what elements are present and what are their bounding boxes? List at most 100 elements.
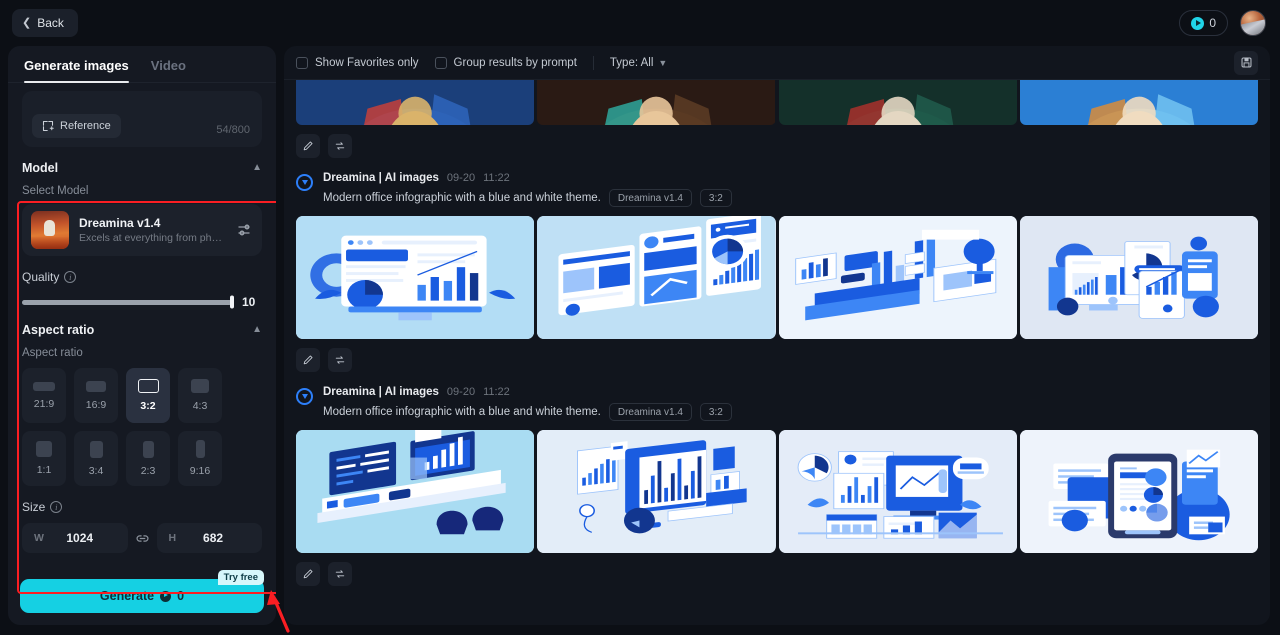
aspect-ratio-3-2[interactable]: 3:2 [126, 368, 170, 423]
aspect-ratio-label: 3:4 [88, 464, 104, 477]
ratio-chip[interactable]: 3:2 [699, 189, 732, 207]
aspect-ratio-section-title: Aspect ratio [22, 323, 95, 337]
result-image[interactable] [778, 80, 1017, 125]
model-section-header[interactable]: Model ▲ [22, 161, 262, 175]
quality-slider-handle[interactable] [230, 295, 234, 309]
result-image[interactable] [537, 430, 776, 553]
type-filter-dropdown[interactable]: Type: All ▼ [610, 57, 667, 69]
sidebar: Generate images Video Reference 54/800 M… [8, 46, 276, 625]
results-toolbar: Show Favorites only Group results by pro… [284, 46, 1270, 80]
ratio-chip[interactable]: 3:2 [699, 403, 732, 421]
info-icon[interactable]: i [50, 501, 63, 513]
save-folder-button[interactable] [1234, 50, 1258, 75]
edit-button[interactable] [296, 134, 320, 158]
refresh-swap-icon [335, 356, 345, 364]
result-image-grid [296, 430, 1258, 553]
aspect-ratio-2-3[interactable]: 2:3 [126, 431, 170, 486]
credits-count: 0 [1209, 16, 1216, 30]
aspect-ratio-9-16[interactable]: 9:16 [178, 431, 222, 486]
height-field[interactable]: H 682 [156, 523, 262, 553]
result-header: Dreamina | AI images 09-20 11:22 Modern … [296, 172, 1258, 207]
aspect-ratio-1-1[interactable]: 1:1 [22, 431, 66, 486]
generate-button-label: Generate [99, 589, 155, 603]
aspect-ratio-shape [137, 379, 159, 393]
result-image[interactable] [296, 430, 535, 553]
result-actions [296, 348, 1258, 372]
size-label-row: Size i [22, 500, 262, 514]
result-image-grid [296, 216, 1258, 339]
result-image[interactable] [296, 216, 535, 339]
chevron-down-icon: ▼ [658, 57, 668, 68]
aspect-ratio-21-9[interactable]: 21:9 [22, 368, 66, 423]
model-thumbnail [31, 211, 69, 249]
download-circle-icon[interactable] [296, 174, 313, 191]
quality-slider-row: 10 [22, 295, 262, 309]
result-title: Dreamina | AI images [323, 172, 439, 184]
result-image[interactable] [296, 80, 535, 125]
aspect-ratio-shape [195, 440, 205, 458]
sliders-icon[interactable] [237, 222, 253, 238]
prompt-input-card[interactable]: Reference 54/800 [22, 91, 262, 147]
aspect-ratio-section-header[interactable]: Aspect ratio ▲ [22, 323, 262, 337]
height-value: 682 [203, 531, 224, 545]
result-image[interactable] [1019, 216, 1258, 339]
width-field[interactable]: W 1024 [22, 523, 128, 553]
save-folder-icon [1241, 57, 1251, 68]
generate-area: Generate 0 Try free [8, 569, 276, 625]
aspect-ratio-shape [86, 380, 106, 392]
model-chip[interactable]: Dreamina v1.4 [608, 189, 692, 207]
edit-button[interactable] [296, 348, 320, 372]
result-prompt: Modern office infographic with a blue an… [323, 192, 601, 204]
chevron-up-icon[interactable]: ▲ [252, 325, 262, 335]
tab-video[interactable]: Video [151, 58, 186, 82]
result-image[interactable] [778, 216, 1017, 339]
quality-value: 10 [242, 295, 256, 309]
reference-button[interactable]: Reference [32, 114, 121, 138]
aspect-ratio-label: 2:3 [140, 464, 156, 477]
size-label: Size [22, 500, 46, 514]
results-feed[interactable]: Dreamina | AI images 09-20 11:22 Modern … [284, 80, 1270, 625]
quality-slider[interactable] [22, 295, 234, 309]
result-image[interactable] [1019, 80, 1258, 125]
link-icon[interactable] [135, 531, 150, 546]
aspect-ratio-label: 16:9 [85, 398, 107, 411]
generate-cost: 0 [177, 589, 185, 603]
tab-video-label: Video [150, 58, 186, 73]
model-description: Excels at everything from photoreali… [79, 232, 227, 244]
aspect-ratio-3-4[interactable]: 3:4 [74, 431, 118, 486]
result-time: 11:22 [483, 386, 510, 398]
result-actions [296, 134, 1258, 158]
reference-button-label: Reference [60, 120, 111, 132]
regenerate-button[interactable] [328, 348, 352, 372]
result-image[interactable] [1019, 430, 1258, 553]
edit-button[interactable] [296, 562, 320, 586]
tab-generate-images[interactable]: Generate images [24, 58, 129, 83]
show-favorites-checkbox[interactable]: Show Favorites only [296, 56, 419, 69]
result-image[interactable] [778, 430, 1017, 553]
try-free-badge: Try free [217, 570, 264, 585]
aspect-ratio-label: 1:1 [36, 464, 52, 476]
avatar[interactable] [1240, 10, 1266, 36]
credits-badge[interactable]: 0 [1179, 10, 1228, 36]
model-selector[interactable]: Dreamina v1.4 Excels at everything from … [22, 204, 262, 256]
aspect-ratio-4-3[interactable]: 4:3 [178, 368, 222, 423]
add-image-icon [42, 120, 54, 132]
annotation-arrow [267, 590, 290, 633]
result-prompt: Modern office infographic with a blue an… [323, 406, 601, 418]
pencil-edit-icon [303, 569, 313, 579]
aspect-ratio-16-9[interactable]: 16:9 [74, 368, 118, 423]
regenerate-button[interactable] [328, 562, 352, 586]
regenerate-button[interactable] [328, 134, 352, 158]
result-prompt-row: Modern office infographic with a blue an… [323, 189, 1258, 207]
download-circle-icon[interactable] [296, 388, 313, 405]
group-by-prompt-checkbox[interactable]: Group results by prompt [434, 56, 577, 69]
result-image[interactable] [537, 80, 776, 125]
result-image[interactable] [537, 216, 776, 339]
info-icon[interactable]: i [64, 271, 77, 283]
back-button[interactable]: ❮ Back [12, 9, 78, 37]
generate-button[interactable]: Generate 0 Try free [20, 570, 264, 613]
aspect-ratio-label: 4:3 [192, 400, 208, 412]
chevron-up-icon[interactable]: ▲ [252, 163, 262, 173]
result-block: Dreamina | AI images 09-20 11:22 Modern … [296, 386, 1258, 586]
model-chip[interactable]: Dreamina v1.4 [608, 403, 692, 421]
